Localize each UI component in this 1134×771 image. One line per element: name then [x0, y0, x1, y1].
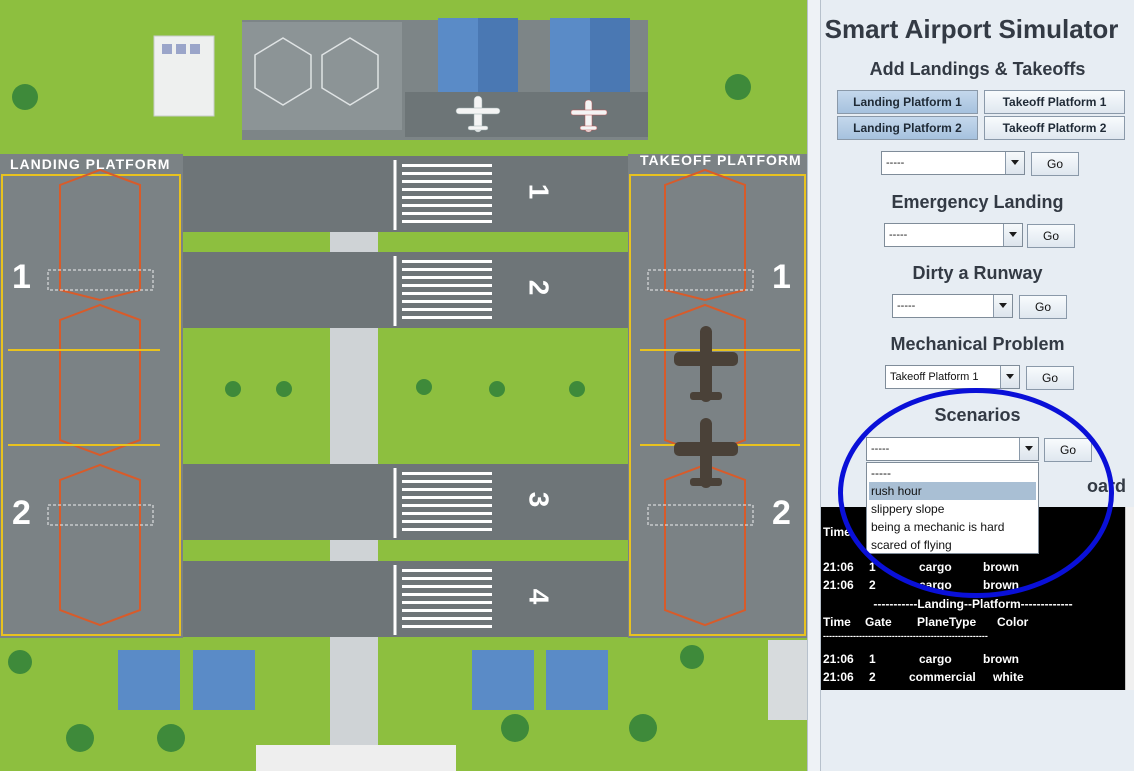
landing-platform-label: LANDING PLATFORM — [10, 156, 171, 172]
gate-cell: 1 — [869, 652, 876, 666]
chevron-down-icon[interactable] — [1003, 224, 1022, 246]
color-cell: white — [993, 670, 1024, 684]
mechanical-go-button[interactable]: Go — [1026, 366, 1074, 390]
time-cell: 21:06 — [823, 560, 854, 574]
mechanical-heading: Mechanical Problem — [890, 334, 1065, 354]
dropdown-option[interactable]: slippery slope — [869, 500, 1036, 518]
mechanical-select-value: Takeoff Platform 1 — [890, 371, 979, 383]
column-header: Time — [823, 615, 851, 629]
table-row: 21:06 2 cargo brown — [821, 578, 1125, 596]
add-go-button[interactable]: Go — [1031, 152, 1079, 176]
planetype-cell: cargo — [919, 578, 952, 592]
board-scrollbar[interactable] — [1125, 507, 1134, 690]
add-select[interactable]: ----- — [881, 151, 1025, 175]
time-cell: 21:06 — [823, 652, 854, 666]
dirty-select[interactable]: ----- — [892, 294, 1013, 318]
dash-separator: ----------------------------------------… — [823, 631, 988, 641]
scenarios-heading: Scenarios — [934, 405, 1021, 425]
control-panel: Smart Airport Simulator Add Landings & T… — [821, 0, 1134, 771]
landing-platform-1-button[interactable]: Landing Platform 1 — [837, 90, 978, 114]
emergency-select-value: ----- — [889, 229, 908, 241]
emergency-select[interactable]: ----- — [884, 223, 1023, 247]
column-header: Color — [997, 615, 1029, 629]
color-cell: brown — [983, 578, 1019, 592]
planetype-cell: commercial — [909, 670, 976, 684]
mechanical-select[interactable]: Takeoff Platform 1 — [885, 365, 1020, 389]
takeoff-platform-2-button[interactable]: Takeoff Platform 2 — [984, 116, 1125, 140]
planetype-cell: cargo — [919, 652, 952, 666]
time-cell: 21:06 — [823, 670, 854, 684]
table-row: 21:06 2 commercial white — [821, 670, 1125, 688]
takeoff-gate-number: 1 — [772, 258, 792, 296]
gate-cell: 1 — [869, 560, 876, 574]
emergency-heading: Emergency Landing — [891, 192, 1064, 212]
scenarios-select[interactable]: ----- — [866, 437, 1039, 461]
split-pane-divider[interactable] — [807, 0, 821, 771]
app-title: Smart Airport Simulator — [824, 14, 1119, 44]
emergency-go-button[interactable]: Go — [1027, 224, 1075, 248]
dropdown-option-highlighted[interactable]: rush hour — [869, 482, 1036, 500]
color-cell: brown — [983, 560, 1019, 574]
gate-cell: 2 — [869, 670, 876, 684]
scenarios-dropdown-list: ----- rush hour slippery slope being a m… — [866, 462, 1039, 554]
scenarios-go-button[interactable]: Go — [1044, 438, 1092, 462]
runway-number: 4 — [523, 588, 555, 606]
landing-gate-number: 2 — [12, 494, 32, 532]
dropdown-option[interactable]: being a mechanic is hard — [869, 518, 1036, 536]
add-select-value: ----- — [886, 157, 905, 169]
dropdown-option[interactable]: scared of flying — [869, 536, 1036, 554]
gate-cell: 2 — [869, 578, 876, 592]
airport-map: LANDING PLATFORM TAKEOFF PLATFORM 1 2 1 … — [0, 0, 807, 771]
table-row: 21:06 1 cargo brown — [821, 652, 1125, 670]
dirty-go-button[interactable]: Go — [1019, 295, 1067, 319]
chevron-down-icon[interactable] — [1005, 152, 1024, 174]
board-header-cell: Time — [823, 525, 851, 539]
dirty-select-value: ----- — [897, 300, 916, 312]
column-header: PlaneType — [917, 615, 977, 629]
landing-platform-separator: -----------Landing--Platform------------… — [873, 597, 1073, 611]
takeoff-platform-label: TAKEOFF PLATFORM — [640, 152, 802, 168]
runway-number: 1 — [523, 183, 555, 201]
chevron-down-icon[interactable] — [1000, 366, 1019, 388]
scenarios-select-value: ----- — [871, 443, 890, 455]
landing-gate-number: 1 — [12, 258, 32, 296]
planetype-cell: cargo — [919, 560, 952, 574]
color-cell: brown — [983, 652, 1019, 666]
column-header: Gate — [865, 615, 892, 629]
table-row: 21:06 1 cargo brown — [821, 560, 1125, 578]
landing-platform-2-button[interactable]: Landing Platform 2 — [837, 116, 978, 140]
time-cell: 21:06 — [823, 578, 854, 592]
airport-map-graphic — [0, 0, 807, 771]
dropdown-option[interactable]: ----- — [869, 464, 1036, 482]
runway-number: 3 — [523, 491, 555, 509]
add-section-heading: Add Landings & Takeoffs — [869, 59, 1086, 79]
runway-number: 2 — [523, 279, 555, 297]
takeoff-platform-1-button[interactable]: Takeoff Platform 1 — [984, 90, 1125, 114]
takeoff-gate-number: 2 — [772, 494, 792, 532]
dirty-heading: Dirty a Runway — [912, 263, 1043, 283]
chevron-down-icon[interactable] — [993, 295, 1012, 317]
chevron-down-icon[interactable] — [1019, 438, 1038, 460]
